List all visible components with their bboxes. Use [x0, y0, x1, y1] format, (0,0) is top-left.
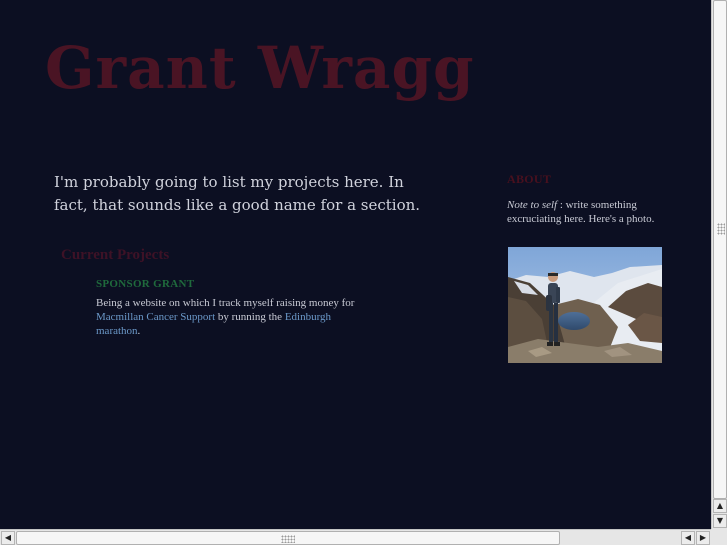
about-text: Note to self : write something excruciat… — [507, 198, 692, 226]
horizontal-scrollbar[interactable]: ◀ ◀ ▶ — [0, 529, 711, 545]
project-title-link[interactable]: SPONSOR GRANT — [96, 278, 366, 290]
scroll-left-arrow-icon[interactable]: ◀ — [1, 531, 15, 545]
note-label: Note to self — [507, 199, 558, 211]
project-item: SPONSOR GRANT Being a website on which I… — [96, 278, 366, 338]
horizontal-scroll-thumb[interactable] — [16, 531, 560, 545]
profile-photo — [508, 247, 662, 363]
project-desc-text: by running the — [215, 311, 285, 323]
scroll-left-arrow-icon[interactable]: ◀ — [681, 531, 695, 545]
vertical-scrollbar[interactable]: ▲ ▼ — [711, 0, 727, 529]
scroll-right-arrow-icon[interactable]: ▶ — [696, 531, 710, 545]
section-heading-current-projects: Current Projects — [61, 247, 170, 263]
page-viewport: Grant Wragg I'm probably going to list m… — [0, 0, 711, 529]
mountain-photo-image — [508, 247, 662, 363]
about-heading: ABOUT — [507, 172, 552, 186]
grip-icon — [281, 535, 295, 543]
project-desc-text: . — [137, 325, 141, 337]
project-desc-text: Being a website on which I track myself … — [96, 297, 355, 309]
project-description: Being a website on which I track myself … — [96, 296, 366, 338]
scroll-down-arrow-icon[interactable]: ▼ — [713, 514, 727, 528]
macmillan-link[interactable]: Macmillan Cancer Support — [96, 311, 215, 323]
grip-icon — [717, 223, 725, 235]
vertical-scroll-thumb[interactable] — [713, 0, 727, 499]
site-title: Grant Wragg — [45, 34, 475, 102]
scroll-up-arrow-icon[interactable]: ▲ — [713, 499, 727, 513]
scrollbar-corner — [711, 529, 727, 545]
intro-text: I'm probably going to list my projects h… — [54, 173, 421, 214]
